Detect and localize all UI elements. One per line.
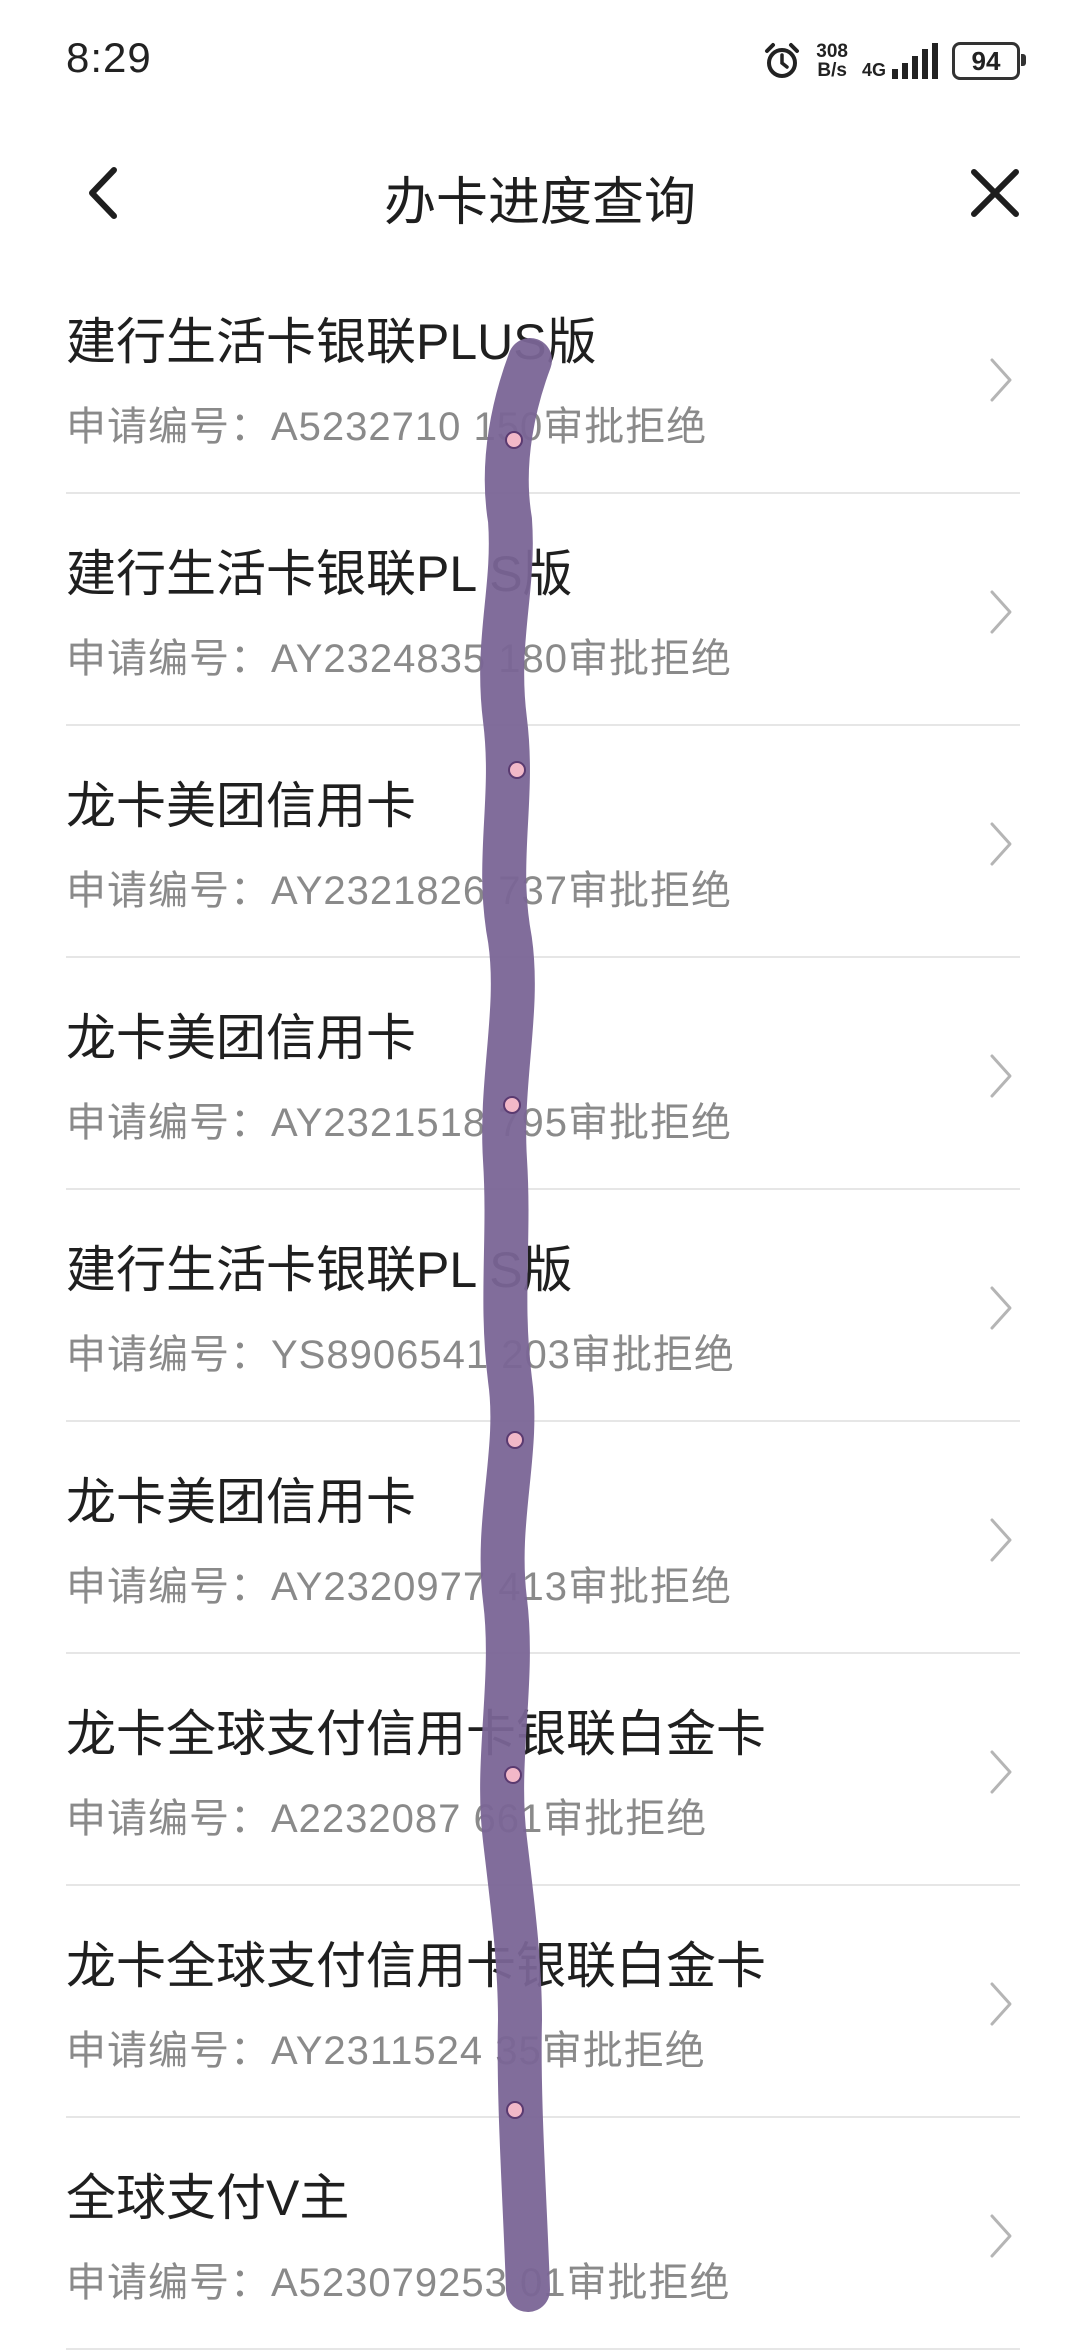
application-status: 申请编号：A5232710 150审批拒绝 <box>66 405 708 449</box>
application-status: 申请编号：A523079253 01审批拒绝 <box>66 2261 731 2305</box>
application-status: 申请编号：AY2324835 180审批拒绝 <box>66 637 732 681</box>
status-bar: 8:29 308 B/s 4G 94 <box>0 0 1080 120</box>
nav-bar: 办卡进度查询 <box>0 130 1080 250</box>
card-name: 龙卡美团信用卡 <box>66 1474 416 1530</box>
signal-icon <box>892 43 938 79</box>
chevron-right-icon <box>990 2214 1012 2258</box>
status-time: 8:29 <box>66 34 152 81</box>
chevron-right-icon <box>990 822 1012 866</box>
page-title: 办卡进度查询 <box>383 174 696 232</box>
application-status: 申请编号：AY2321826 737审批拒绝 <box>66 869 732 913</box>
card-name: 龙卡美团信用卡 <box>66 778 416 834</box>
application-list: 建行生活卡银联PLUS版 申请编号：A5232710 150审批拒绝 建行生活卡银联… <box>0 262 1080 2350</box>
network-speed-unit: B/s <box>817 60 847 81</box>
card-name: 龙卡美团信用卡 <box>66 1010 416 1066</box>
application-status: 申请编号：A2232087 661审批拒绝 <box>66 1797 708 1841</box>
status-indicators: 308 B/s 4G 94 <box>762 36 1026 86</box>
application-status: 申请编号：AY2311524 35审批拒绝 <box>66 2029 706 2073</box>
list-item[interactable]: 建行生活卡银联PL S版申请编号：AY2324835 180审批拒绝 <box>66 494 1020 726</box>
card-name: 建行生活卡银联PLUS版 <box>66 314 597 370</box>
chevron-right-icon <box>990 1518 1012 1562</box>
list-item[interactable]: 龙卡全球支付信用卡银联白金卡申请编号：A2232087 661审批拒绝 <box>66 1654 1020 1886</box>
alarm-icon <box>765 43 800 78</box>
network-type: 4G <box>862 43 938 79</box>
battery-icon: 94 <box>952 42 1026 80</box>
close-icon[interactable] <box>960 158 1030 228</box>
card-name: 全球支付V主 <box>66 2170 350 2226</box>
chevron-right-icon <box>990 1054 1012 1098</box>
chevron-right-icon <box>990 358 1012 402</box>
list-item[interactable]: 全球支付V主申请编号：A523079253 01审批拒绝 <box>66 2118 1020 2350</box>
list-item[interactable]: 龙卡美团信用卡申请编号：AY2321826 737审批拒绝 <box>66 726 1020 958</box>
card-name: 建行生活卡银联PL S版 <box>66 1242 573 1298</box>
network-speed-value: 308 <box>816 41 848 62</box>
application-status: 申请编号：AY2320977 413审批拒绝 <box>66 1565 732 1609</box>
application-status: 申请编号：AY2321518 795审批拒绝 <box>66 1101 732 1145</box>
network-type-label: 4G <box>861 60 886 80</box>
list-item[interactable]: 建行生活卡银联PL S版申请编号：YS8906541 203审批拒绝 <box>66 1190 1020 1422</box>
chevron-right-icon <box>990 590 1012 634</box>
application-status: 申请编号：YS8906541 203审批拒绝 <box>66 1333 735 1377</box>
network-speed: 308 B/s <box>816 42 848 80</box>
chevron-right-icon <box>990 1982 1012 2026</box>
list-item[interactable]: 建行生活卡银联PLUS版申请编号：A5232710 150审批拒绝 <box>66 262 1020 494</box>
list-item[interactable]: 龙卡美团信用卡申请编号：AY2320977 413审批拒绝 <box>66 1422 1020 1654</box>
card-name: 龙卡全球支付信用卡银联白金卡 <box>66 1706 766 1762</box>
chevron-right-icon <box>990 1750 1012 1794</box>
chevron-right-icon <box>990 1286 1012 1330</box>
card-name: 建行生活卡银联PL S版 <box>66 546 573 602</box>
list-item[interactable]: 龙卡全球支付信用卡银联白金卡申请编号：AY2311524 35审批拒绝 <box>66 1886 1020 2118</box>
card-name: 龙卡全球支付信用卡银联白金卡 <box>66 1938 766 1994</box>
list-item[interactable]: 龙卡美团信用卡申请编号：AY2321518 795审批拒绝 <box>66 958 1020 1190</box>
battery-level: 94 <box>971 45 1001 76</box>
